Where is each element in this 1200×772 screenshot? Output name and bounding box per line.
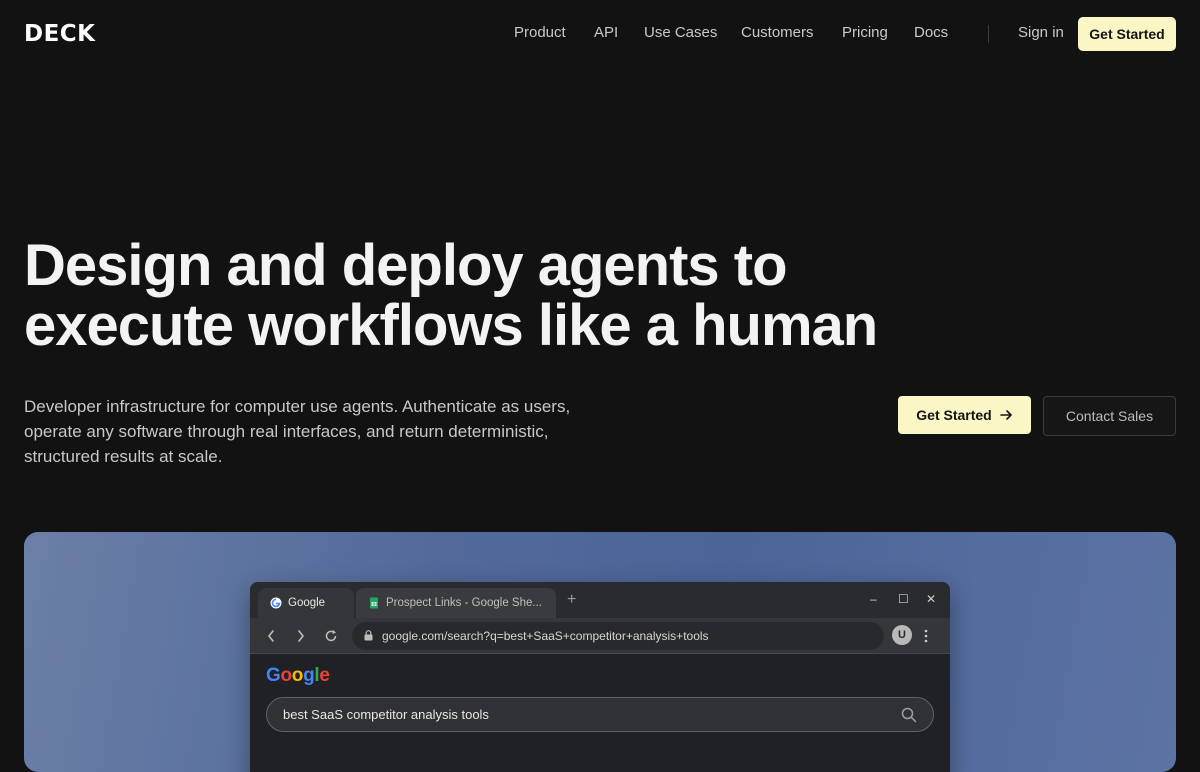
browser-window: Google Prospect Links - Google She... + …	[250, 582, 950, 772]
back-icon[interactable]	[266, 629, 276, 643]
nav-item-product[interactable]: Product	[514, 22, 566, 44]
nav-divider	[988, 25, 989, 43]
maximize-icon[interactable]: ☐	[898, 592, 909, 606]
browser-menu-icon[interactable]	[924, 629, 928, 643]
contact-sales-button[interactable]: Contact Sales	[1043, 396, 1176, 436]
reload-icon[interactable]	[324, 629, 338, 643]
new-tab-icon[interactable]: +	[567, 591, 576, 609]
search-icon[interactable]	[901, 707, 917, 723]
search-query-text: best SaaS competitor analysis tools	[283, 707, 489, 722]
hero-title: Design and deploy agents to execute work…	[24, 236, 924, 356]
nav-item-use-cases[interactable]: Use Cases	[644, 22, 717, 44]
sign-in-link[interactable]: Sign in	[1018, 22, 1064, 44]
tab-title: Prospect Links - Google She...	[386, 597, 542, 609]
minimize-icon[interactable]: –	[870, 592, 877, 606]
browser-page: Google best SaaS competitor analysis too…	[250, 654, 950, 772]
tab-title: Google	[288, 597, 326, 609]
address-url: google.com/search?q=best+SaaS+competitor…	[382, 629, 709, 643]
browser-tab-sheets[interactable]: Prospect Links - Google She...	[356, 588, 556, 618]
hero-get-started-button[interactable]: Get Started	[898, 396, 1031, 434]
browser-tab-strip: Google Prospect Links - Google She... + …	[250, 582, 950, 618]
google-logo-letter: G	[266, 665, 281, 686]
arrow-right-icon	[999, 410, 1012, 420]
forward-icon[interactable]	[296, 629, 306, 643]
lock-icon	[364, 630, 373, 641]
nav-item-docs[interactable]: Docs	[914, 22, 948, 44]
address-bar[interactable]: google.com/search?q=best+SaaS+competitor…	[352, 622, 884, 650]
google-logo-letter: g	[303, 665, 315, 686]
google-search-input[interactable]: best SaaS competitor analysis tools	[266, 697, 934, 732]
header-get-started-button[interactable]: Get Started	[1078, 17, 1176, 51]
hero-title-line-1: Design and deploy agents to	[24, 233, 788, 298]
product-showcase: Google Prospect Links - Google She... + …	[24, 532, 1176, 772]
nav-item-api[interactable]: API	[594, 22, 618, 44]
hero-get-started-label: Get Started	[916, 407, 992, 423]
google-logo-letter: o	[291, 665, 304, 686]
site-header: DECK Product API Use Cases Customers Pri…	[0, 0, 1200, 66]
google-logo-letter: o	[280, 665, 292, 686]
nav-item-customers[interactable]: Customers	[741, 22, 814, 44]
profile-avatar[interactable]: U	[892, 625, 912, 645]
browser-toolbar: google.com/search?q=best+SaaS+competitor…	[250, 618, 950, 654]
sheets-favicon-icon	[370, 597, 378, 609]
google-favicon-icon	[270, 597, 282, 609]
google-logo[interactable]: Google	[266, 664, 330, 688]
hero-subtitle: Developer infrastructure for computer us…	[24, 397, 571, 466]
hero-title-line-2: execute workflows like a human	[24, 293, 878, 358]
close-icon[interactable]: ✕	[926, 592, 936, 606]
google-logo-letter: e	[319, 665, 330, 686]
nav-item-pricing[interactable]: Pricing	[842, 22, 888, 44]
browser-tab-google[interactable]: Google	[258, 588, 354, 618]
